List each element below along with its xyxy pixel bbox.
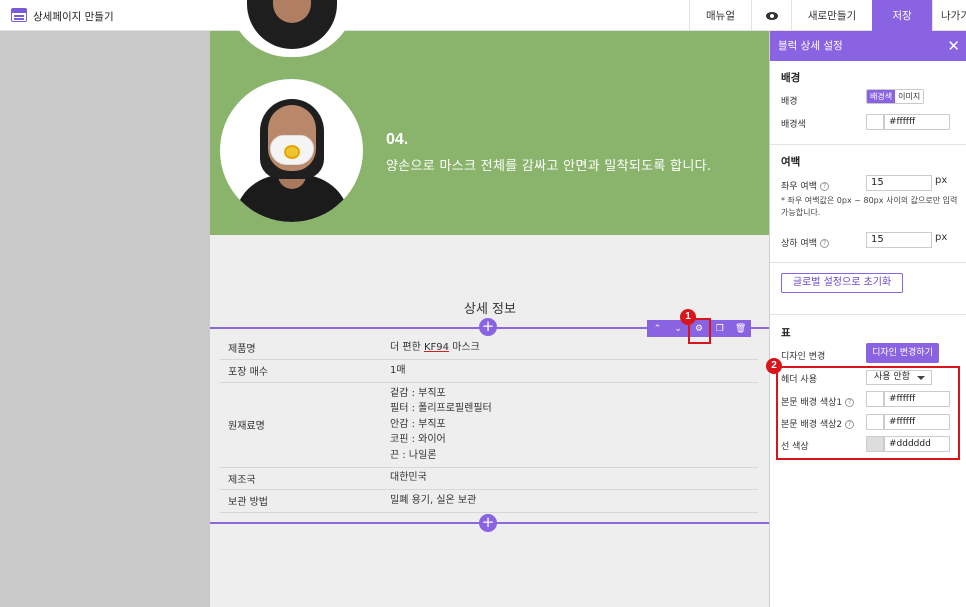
- row-value: 겉감 : 부직포 필터 : 폴리프로필렌필터 안감 : 부직포 코핀 : 와이어…: [390, 382, 758, 468]
- row-value: 대한민국: [390, 467, 758, 490]
- table-row: 제조국 대한민국: [220, 467, 758, 490]
- step-text: 양손으로 마스크 전체를 감싸고 안면과 밀착되도록 합니다.: [386, 159, 712, 174]
- background-label: 배경: [781, 97, 798, 107]
- bg-color-label: 배경색: [781, 120, 806, 130]
- close-icon[interactable]: ✕: [947, 31, 960, 61]
- panel-title: 블럭 상세 설정: [778, 40, 843, 52]
- save-button[interactable]: 저장: [872, 0, 932, 31]
- preview-button[interactable]: [751, 0, 791, 31]
- tb-margin-input[interactable]: 15: [866, 232, 932, 248]
- reset-global-button[interactable]: 글로벌 설정으로 초기화: [781, 273, 903, 293]
- table-settings-highlight-box: [776, 366, 960, 460]
- add-block-above-button[interactable]: +: [479, 318, 497, 336]
- step-number: 04.: [386, 131, 409, 148]
- block-settings-panel: 블럭 상세 설정 ✕ 배경 배경 배경색 이미지 배경색 #ffffff 여백 …: [766, 31, 966, 607]
- row-value: 더 편한 KF94 마스크: [390, 337, 758, 360]
- row-key: 제품명: [220, 337, 390, 360]
- row-key: 제조국: [220, 467, 390, 490]
- bg-color-swatch[interactable]: [866, 114, 884, 130]
- tb-margin-label: 상하 여백?: [781, 236, 829, 249]
- divider: [770, 144, 966, 145]
- help-icon[interactable]: ?: [819, 239, 829, 248]
- exit-button[interactable]: 나가기: [932, 0, 966, 31]
- trash-icon[interactable]: 🗑: [734, 324, 748, 334]
- table-section-title: 표: [781, 327, 791, 339]
- margin-note: * 좌우 여백값은 0px ~ 80px 사이의 값으로만 입력 가능합니다.: [781, 196, 958, 217]
- spec-table[interactable]: 제품명 더 편한 KF94 마스크 포장 매수 1매 원재료명 겉감 : 부직포…: [220, 337, 758, 513]
- eye-icon: [765, 11, 778, 20]
- step-badge-2: 2: [766, 358, 782, 374]
- change-design-button[interactable]: 디자인 변경하기: [866, 343, 939, 363]
- bg-color-input[interactable]: #ffffff: [884, 114, 950, 130]
- lr-unit: px: [935, 175, 948, 186]
- previous-step-photo: [229, 0, 355, 57]
- divider: [770, 314, 966, 315]
- step-photo: [220, 79, 363, 222]
- margin-section-title: 여백: [781, 156, 801, 168]
- table-row: 제품명 더 편한 KF94 마스크: [220, 337, 758, 360]
- tb-unit: px: [935, 232, 948, 243]
- add-block-below-button[interactable]: +: [479, 514, 497, 532]
- divider: [770, 262, 966, 263]
- manual-button[interactable]: 매뉴얼: [689, 0, 751, 31]
- step-badge-1: 1: [680, 309, 696, 325]
- lr-margin-label: 좌우 여백?: [781, 179, 829, 192]
- table-row: 보관 방법 밀폐 용기, 실온 보관: [220, 489, 758, 513]
- top-bar: 상세페이지 만들기 매뉴얼 새로만들기 저장 나가기: [0, 0, 966, 31]
- row-key: 보관 방법: [220, 489, 390, 513]
- background-section-title: 배경: [781, 72, 801, 84]
- row-value: 1매: [390, 359, 758, 383]
- editor-canvas: 04. 양손으로 마스크 전체를 감싸고 안면과 밀착되도록 합니다. 상세 정…: [210, 0, 770, 607]
- row-key: 원재료명: [220, 382, 390, 468]
- lr-margin-input[interactable]: 15: [866, 175, 932, 191]
- bg-color-option[interactable]: 배경색: [867, 90, 896, 103]
- copy-icon[interactable]: ❐: [713, 324, 727, 334]
- background-type-toggle: 배경색 이미지: [866, 89, 925, 104]
- chevron-up-icon[interactable]: ⌃: [650, 324, 664, 334]
- help-icon[interactable]: ?: [819, 182, 829, 191]
- row-value: 밀폐 용기, 실온 보관: [390, 489, 758, 513]
- table-row: 포장 매수 1매: [220, 359, 758, 383]
- row-key: 포장 매수: [220, 359, 390, 383]
- app-title: 상세페이지 만들기: [33, 11, 114, 23]
- page-builder-icon: [11, 8, 27, 22]
- chevron-down-icon[interactable]: ⌄: [671, 324, 685, 334]
- bg-image-option[interactable]: 이미지: [895, 90, 924, 103]
- design-label: 디자인 변경: [781, 352, 826, 362]
- instruction-block[interactable]: 04. 양손으로 마스크 전체를 감싸고 안면과 밀착되도록 합니다.: [210, 0, 770, 235]
- new-button[interactable]: 새로만들기: [791, 0, 872, 31]
- panel-header: 블럭 상세 설정 ✕: [770, 31, 966, 61]
- table-row: 원재료명 겉감 : 부직포 필터 : 폴리프로필렌필터 안감 : 부직포 코핀 …: [220, 382, 758, 468]
